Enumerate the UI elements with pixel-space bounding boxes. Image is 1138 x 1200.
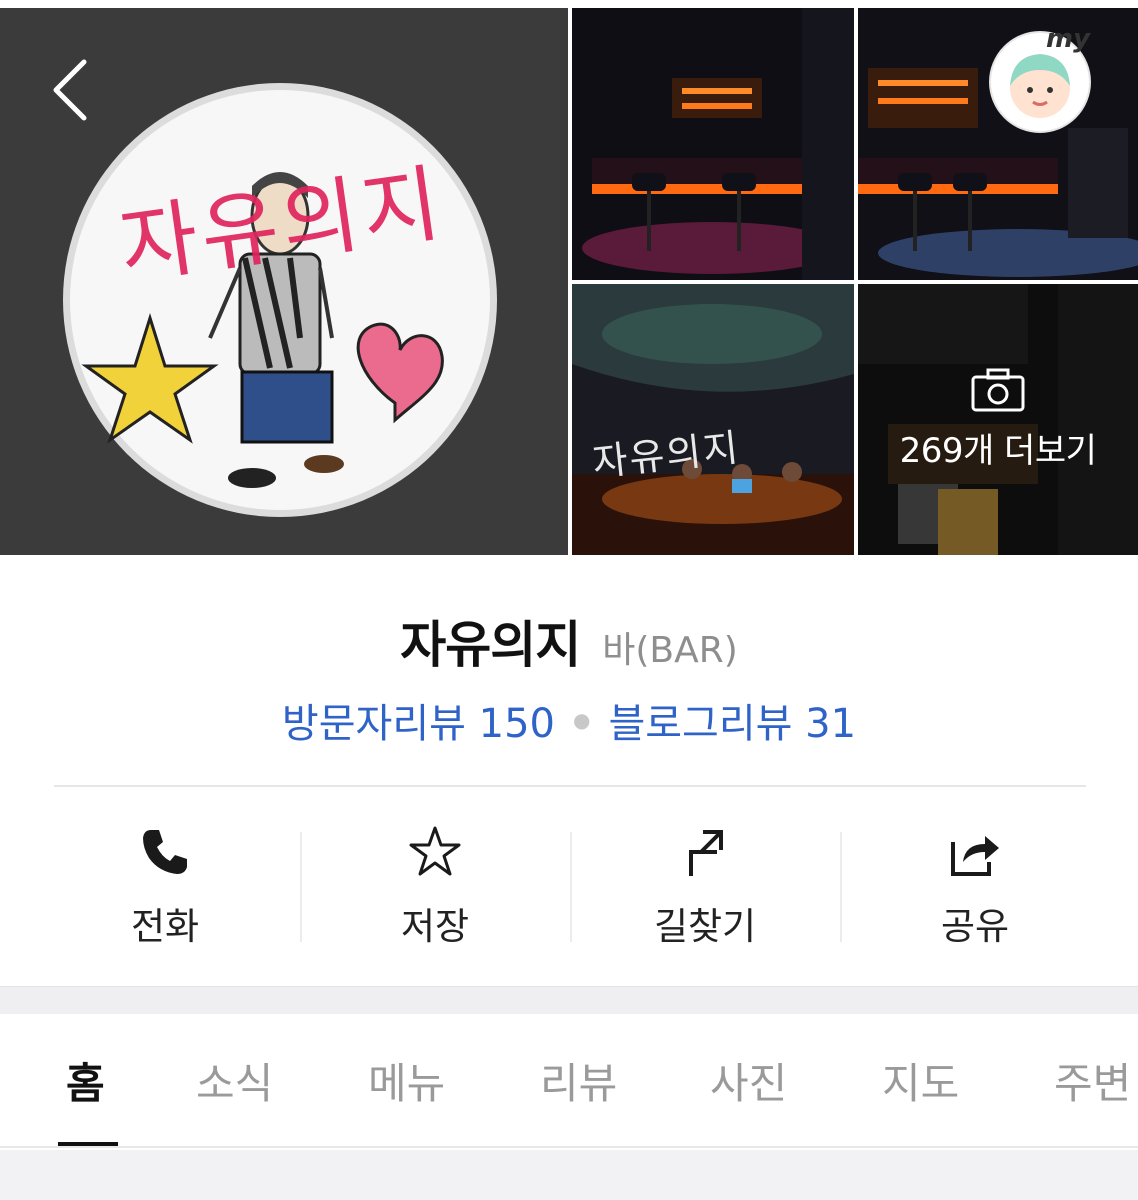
photo-thumbnail-4[interactable]: 269개 더보기 <box>858 284 1138 555</box>
place-header: 자유의지 바(BAR) 방문자리뷰 150 ● 블로그리뷰 31 <box>0 555 1138 749</box>
directions-button[interactable]: 길찾기 <box>570 810 840 960</box>
separator-dot: ● <box>572 708 591 732</box>
visitor-reviews-link[interactable]: 방문자리뷰 150 <box>282 691 555 749</box>
chevron-left-icon <box>53 59 87 121</box>
photo-thumbnail-3[interactable]: 자유의지 <box>572 284 854 555</box>
directions-icon <box>689 830 723 876</box>
share-icon <box>951 836 999 876</box>
blog-reviews-link[interactable]: 블로그리뷰 31 <box>608 691 856 749</box>
photo-thumbnail-2[interactable]: my <box>858 8 1138 280</box>
bottom-background <box>0 1150 1138 1200</box>
save-label: 저장 <box>400 905 470 948</box>
phone-icon <box>143 830 187 874</box>
place-category: 바(BAR) <box>602 630 738 671</box>
tab-reviews[interactable]: 리뷰 <box>540 1050 617 1111</box>
call-label: 전화 <box>130 905 200 948</box>
share-button[interactable]: 공유 <box>840 810 1110 960</box>
directions-label: 길찾기 <box>653 905 757 948</box>
section-separator <box>0 986 1138 1014</box>
my-profile-button[interactable]: my <box>988 24 1092 134</box>
tab-news[interactable]: 소식 <box>196 1050 273 1111</box>
star-icon <box>409 826 461 876</box>
tab-nearby[interactable]: 주변 <box>1054 1050 1131 1111</box>
call-button[interactable]: 전화 <box>30 810 300 960</box>
back-button[interactable] <box>40 48 100 128</box>
place-name: 자유의지 <box>400 616 581 674</box>
action-bar: 전화 저장 길찾기 공유 <box>30 810 1110 960</box>
my-badge-text: my <box>1046 24 1091 54</box>
review-links: 방문자리뷰 150 ● 블로그리뷰 31 <box>0 691 1138 749</box>
tab-menu[interactable]: 메뉴 <box>368 1050 445 1111</box>
tab-photos[interactable]: 사진 <box>710 1050 787 1111</box>
save-button[interactable]: 저장 <box>300 810 570 960</box>
tab-bar: 홈 소식 메뉴 리뷰 사진 지도 주변 <box>0 1014 1138 1148</box>
main-photo[interactable]: 자유의지 <box>0 8 568 555</box>
title-row: 자유의지 바(BAR) <box>0 605 1138 674</box>
tab-map[interactable]: 지도 <box>882 1050 959 1111</box>
tab-home[interactable]: 홈 <box>66 1050 105 1111</box>
active-tab-indicator <box>58 1142 118 1146</box>
camera-icon <box>971 368 1025 412</box>
photo-thumbnail-1[interactable] <box>572 8 854 280</box>
more-photos-button[interactable]: 269개 더보기 <box>858 284 1138 555</box>
photo-gallery: 자유의지 my 자유의지 269개 더보기 <box>0 0 1138 555</box>
divider <box>54 785 1086 787</box>
share-label: 공유 <box>940 905 1010 948</box>
more-photos-label: 269개 더보기 <box>899 431 1097 471</box>
